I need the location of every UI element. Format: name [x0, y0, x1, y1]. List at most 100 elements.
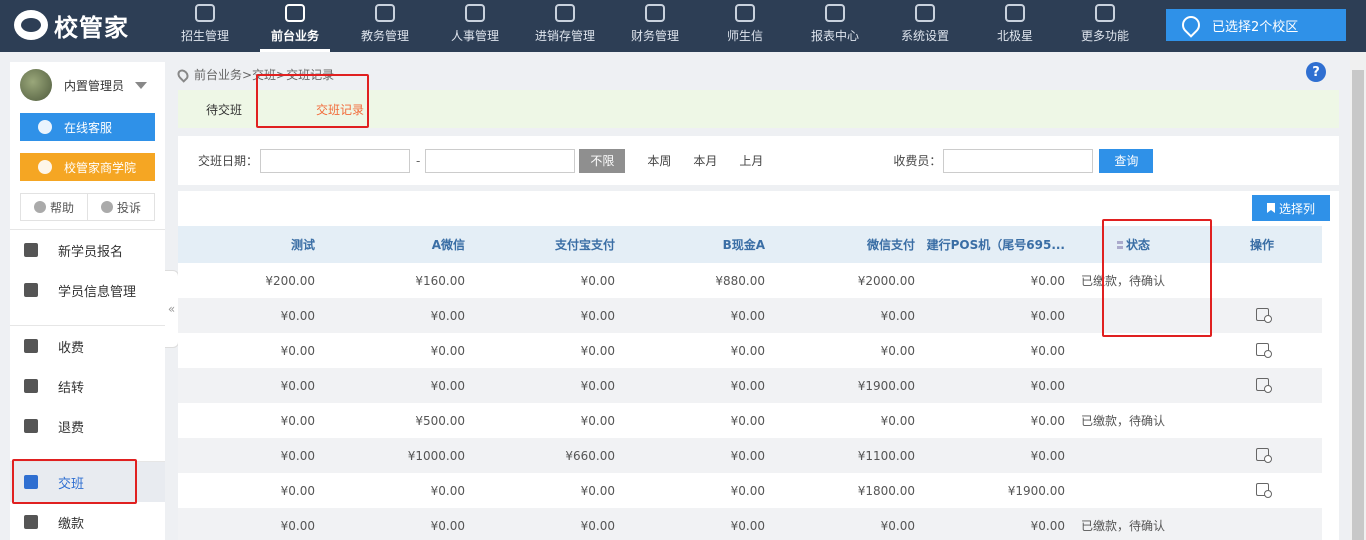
- scrollbar[interactable]: [1350, 52, 1366, 540]
- status-cell: [1065, 298, 1202, 333]
- cashier-input[interactable]: [943, 148, 1094, 173]
- help-circle-icon[interactable]: ?: [1306, 62, 1326, 82]
- sidebar-item-0[interactable]: 新学员报名: [10, 230, 165, 270]
- action-cell: [1202, 263, 1322, 298]
- user-name: 内置管理员: [64, 78, 125, 93]
- table-cell: ¥0.00: [580, 518, 615, 533]
- table-cell: ¥0.00: [280, 413, 315, 428]
- table-cell: ¥0.00: [430, 308, 465, 323]
- sidebar-item-3[interactable]: 结转: [10, 366, 165, 406]
- table-cell: ¥0.00: [280, 378, 315, 393]
- nav-item-9[interactable]: 北极星: [970, 0, 1060, 52]
- main-nav: 招生管理 前台业务 教务管理 人事管理 进销存管理 财务管理 师生信 报表中心 系统设置 北极星 更…: [160, 0, 1150, 52]
- table-cell: ¥1000.00: [407, 448, 465, 463]
- action-cell: [1202, 473, 1322, 508]
- table-cell: ¥0.00: [730, 448, 765, 463]
- table-cell: ¥0.00: [1030, 518, 1065, 533]
- message-icon: [735, 4, 755, 22]
- brand-logo[interactable]: 校管家: [14, 8, 129, 42]
- nav-item-0[interactable]: 招生管理: [160, 0, 250, 52]
- end-date-input[interactable]: [425, 148, 576, 173]
- nav-item-6[interactable]: 师生信: [700, 0, 790, 52]
- nav-item-label: 人事管理: [450, 29, 499, 43]
- help-button[interactable]: 帮助: [21, 194, 88, 220]
- detail-icon[interactable]: [1255, 482, 1272, 498]
- nav-item-label: 招生管理: [180, 29, 229, 43]
- nav-item-1[interactable]: 前台业务: [250, 0, 340, 52]
- this-month-button[interactable]: 本月: [693, 152, 717, 169]
- table-cell: ¥0.00: [580, 308, 615, 323]
- detail-icon[interactable]: [1255, 307, 1272, 323]
- sidebar-item-label: 新学员报名: [58, 244, 124, 260]
- nav-item-8[interactable]: 系统设置: [880, 0, 970, 52]
- table-cell: ¥0.00: [1030, 343, 1065, 358]
- detail-icon[interactable]: [1255, 342, 1272, 358]
- action-cell: [1202, 508, 1322, 540]
- sidebar-item-2[interactable]: 收费: [10, 326, 165, 366]
- nav-item-10[interactable]: 更多功能: [1060, 0, 1150, 52]
- nav-item-4[interactable]: 进销存管理: [520, 0, 610, 52]
- action-cell: [1202, 368, 1322, 403]
- sidebar-collapse-toggle[interactable]: «: [165, 270, 179, 348]
- table-cell: ¥880.00: [715, 273, 765, 288]
- chat-icon: [38, 120, 52, 134]
- online-service-button[interactable]: 在线客服: [20, 113, 155, 141]
- column-header-label: 操作: [1249, 238, 1274, 252]
- sort-icon[interactable]: [1116, 241, 1123, 249]
- nav-item-7[interactable]: 报表中心: [790, 0, 880, 52]
- select-columns-button[interactable]: 选择列: [1252, 195, 1330, 221]
- more-icon: [1095, 4, 1115, 22]
- column-header: 建行POS机（尾号695...: [915, 226, 1065, 263]
- range-all-button[interactable]: 不限: [579, 148, 626, 173]
- table-cell: ¥0.00: [880, 308, 915, 323]
- nav-item-2[interactable]: 教务管理: [340, 0, 430, 52]
- tab-pending-handover[interactable]: 待交班: [178, 101, 272, 118]
- sidebar-item-label: 结转: [58, 380, 85, 396]
- sidebar-item-5[interactable]: 交班: [10, 462, 165, 502]
- gear-icon: [915, 4, 935, 22]
- tab-bar: 待交班 交班记录: [178, 90, 1339, 128]
- tab-handover-records[interactable]: 交班记录: [272, 101, 394, 118]
- scrollbar-thumb[interactable]: [1352, 70, 1364, 540]
- this-week-button[interactable]: 本周: [647, 152, 671, 169]
- academy-button[interactable]: 校管家商学院: [20, 153, 155, 181]
- nav-item-5[interactable]: 财务管理: [610, 0, 700, 52]
- sidebar-item-1[interactable]: 学员信息管理: [10, 270, 165, 310]
- table-cell: ¥0.00: [1030, 448, 1065, 463]
- detail-icon[interactable]: [1255, 447, 1272, 463]
- nav-item-3[interactable]: 人事管理: [430, 0, 520, 52]
- location-icon: [175, 66, 191, 83]
- table-row: ¥0.00 ¥500.00 ¥0.00 ¥0.00 ¥0.00 ¥0.00 已缴款，待确认: [178, 403, 1322, 438]
- action-cell: [1202, 298, 1322, 333]
- complain-button[interactable]: 投诉: [88, 194, 154, 220]
- status-cell: 已缴款，待确认: [1081, 519, 1166, 533]
- nav-item-label: 教务管理: [360, 29, 409, 43]
- detail-icon[interactable]: [1255, 377, 1272, 393]
- status-cell: 已缴款，待确认: [1081, 274, 1166, 288]
- query-button[interactable]: 查询: [1099, 148, 1154, 173]
- select-columns-label: 选择列: [1278, 201, 1315, 216]
- start-date-input[interactable]: [260, 148, 411, 173]
- table-cell: ¥0.00: [880, 343, 915, 358]
- nav-item-label: 报表中心: [810, 29, 859, 43]
- status-cell: [1065, 333, 1202, 368]
- table-row: ¥0.00 ¥0.00 ¥0.00 ¥0.00 ¥0.00 ¥0.00: [178, 333, 1322, 368]
- status-cell: 已缴款，待确认: [1081, 414, 1166, 428]
- help-row: 帮助 投诉: [20, 193, 155, 221]
- table-cell: ¥1900.00: [1007, 483, 1065, 498]
- enroll-icon: [195, 4, 215, 22]
- chevron-down-icon[interactable]: [135, 81, 147, 89]
- sidebar-item-6[interactable]: 缴款: [10, 502, 165, 540]
- user-menu[interactable]: 内置管理员: [10, 62, 165, 108]
- sidebar-item-4[interactable]: 退费: [10, 406, 165, 446]
- table-cell: ¥1800.00: [857, 483, 915, 498]
- campus-select-button[interactable]: 已选择2个校区: [1166, 9, 1346, 41]
- table-cell: ¥0.00: [1030, 273, 1065, 288]
- table-cell: ¥0.00: [730, 483, 765, 498]
- column-header[interactable]: 状态: [1065, 226, 1202, 263]
- breadcrumb-text: 前台业务>交班>交班记录: [194, 68, 335, 82]
- location-pin-icon: [1178, 12, 1204, 38]
- wallet-icon: [24, 339, 38, 353]
- table-cell: ¥0.00: [730, 378, 765, 393]
- last-month-button[interactable]: 上月: [739, 152, 763, 169]
